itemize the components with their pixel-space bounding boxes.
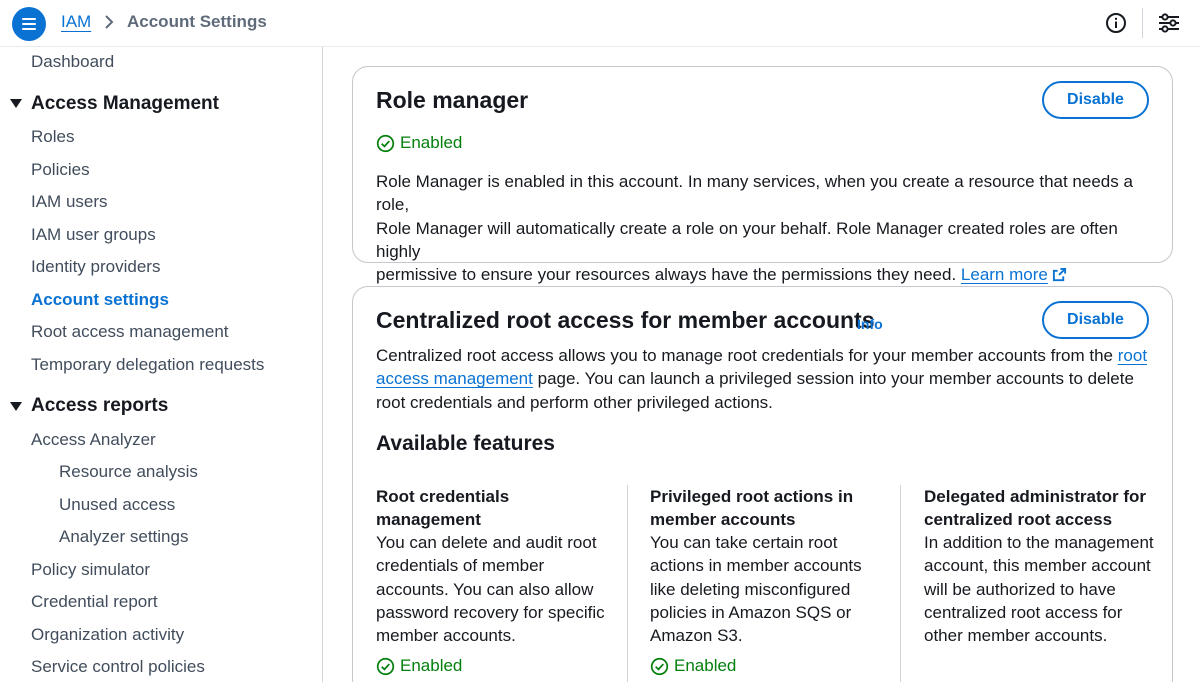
role-manager-title: Role manager [376,87,529,113]
caret-down-icon[interactable] [10,99,22,108]
sidebar-section-access-reports[interactable]: Access reports [31,395,168,417]
feature-description: You can delete and audit root credential… [376,533,605,646]
sidebar-item-iam-user-groups[interactable]: IAM user groups [31,225,156,245]
check-circle-icon [650,657,669,675]
caret-down-icon[interactable] [10,402,22,411]
learn-more-link[interactable]: Learn more [961,265,1067,284]
centralized-root-access-title: Centralized root access for member accou… [376,307,875,333]
info-link[interactable]: Info [857,316,883,332]
centralized-description: Centralized root access allows you to ma… [376,344,1151,414]
feature-title: Root credentials management [376,487,510,530]
sidebar-item-root-access-management[interactable]: Root access management [31,322,229,342]
side-navigation: Dashboard Access Management Roles Polici… [0,47,323,682]
sidebar-item-policy-simulator[interactable]: Policy simulator [31,560,150,580]
sidebar-item-analyzer-settings[interactable]: Analyzer settings [59,527,188,547]
description-text: permissive to ensure your resources alwa… [376,265,957,285]
role-manager-description: Role Manager is enabled in this account.… [376,170,1166,286]
feature-title: Delegated administrator for centralized … [924,487,1146,530]
role-manager-status: Enabled [376,133,462,153]
description-line: Role Manager is enabled in this account.… [376,172,1133,215]
top-navigation-bar: IAM Account Settings [0,0,1200,47]
external-link-icon [1052,268,1066,282]
breadcrumb-iam-link[interactable]: IAM [61,12,91,32]
feature-status: Enabled [376,656,462,676]
sidebar-item-policies[interactable]: Policies [31,160,90,180]
sidebar-item-roles[interactable]: Roles [31,127,74,147]
feature-title: Privileged root actions in member accoun… [650,487,854,530]
info-circle-icon[interactable] [1104,11,1128,35]
sidebar-item-organization-activity[interactable]: Organization activity [31,625,184,645]
sidebar-item-temporary-delegation-requests[interactable]: Temporary delegation requests [31,355,264,375]
sidebar-item-iam-users[interactable]: IAM users [31,192,108,212]
top-bar-divider [1142,8,1143,38]
sidebar-section-access-management[interactable]: Access Management [31,93,219,115]
check-circle-icon [376,657,395,675]
sidebar-item-access-analyzer[interactable]: Access Analyzer [31,430,156,450]
feature-description: In addition to the management account, t… [924,533,1154,646]
check-circle-icon [376,134,395,152]
breadcrumb-current-page: Account Settings [127,12,267,31]
status-text: Enabled [674,656,737,675]
hamburger-menu-icon[interactable] [12,7,46,41]
description-line: Role Manager will automatically create a… [376,218,1118,261]
status-text: Enabled [400,656,463,675]
chevron-right-icon [105,15,114,29]
description-text: Centralized root access allows you to ma… [376,346,1114,365]
sidebar-item-account-settings[interactable]: Account settings [31,290,169,310]
sidebar-item-resource-analysis[interactable]: Resource analysis [59,462,198,482]
sidebar-item-unused-access[interactable]: Unused access [59,495,175,515]
column-divider [627,485,628,682]
role-manager-container: Role manager Disable Enabled Role Manage… [352,66,1173,284]
sidebar-item-identity-providers[interactable]: Identity providers [31,257,160,277]
sidebar-item-service-control-policies[interactable]: Service control policies [31,657,205,677]
role-manager-disable-button[interactable]: Disable [1042,81,1149,119]
feature-status: Enabled [650,656,736,676]
status-text: Enabled [400,133,463,152]
feature-description: You can take certain root actions in mem… [650,533,862,646]
centralized-disable-button[interactable]: Disable [1042,301,1149,339]
available-features-heading: Available features [376,432,555,455]
sidebar-item-credential-report[interactable]: Credential report [31,592,158,612]
description-line: permissive to ensure your resources alwa… [376,263,1166,286]
column-divider [900,485,901,682]
sidebar-item-dashboard[interactable]: Dashboard [31,52,114,72]
sliders-icon[interactable] [1156,10,1182,36]
centralized-root-access-container: Centralized root access for member accou… [352,286,1173,682]
